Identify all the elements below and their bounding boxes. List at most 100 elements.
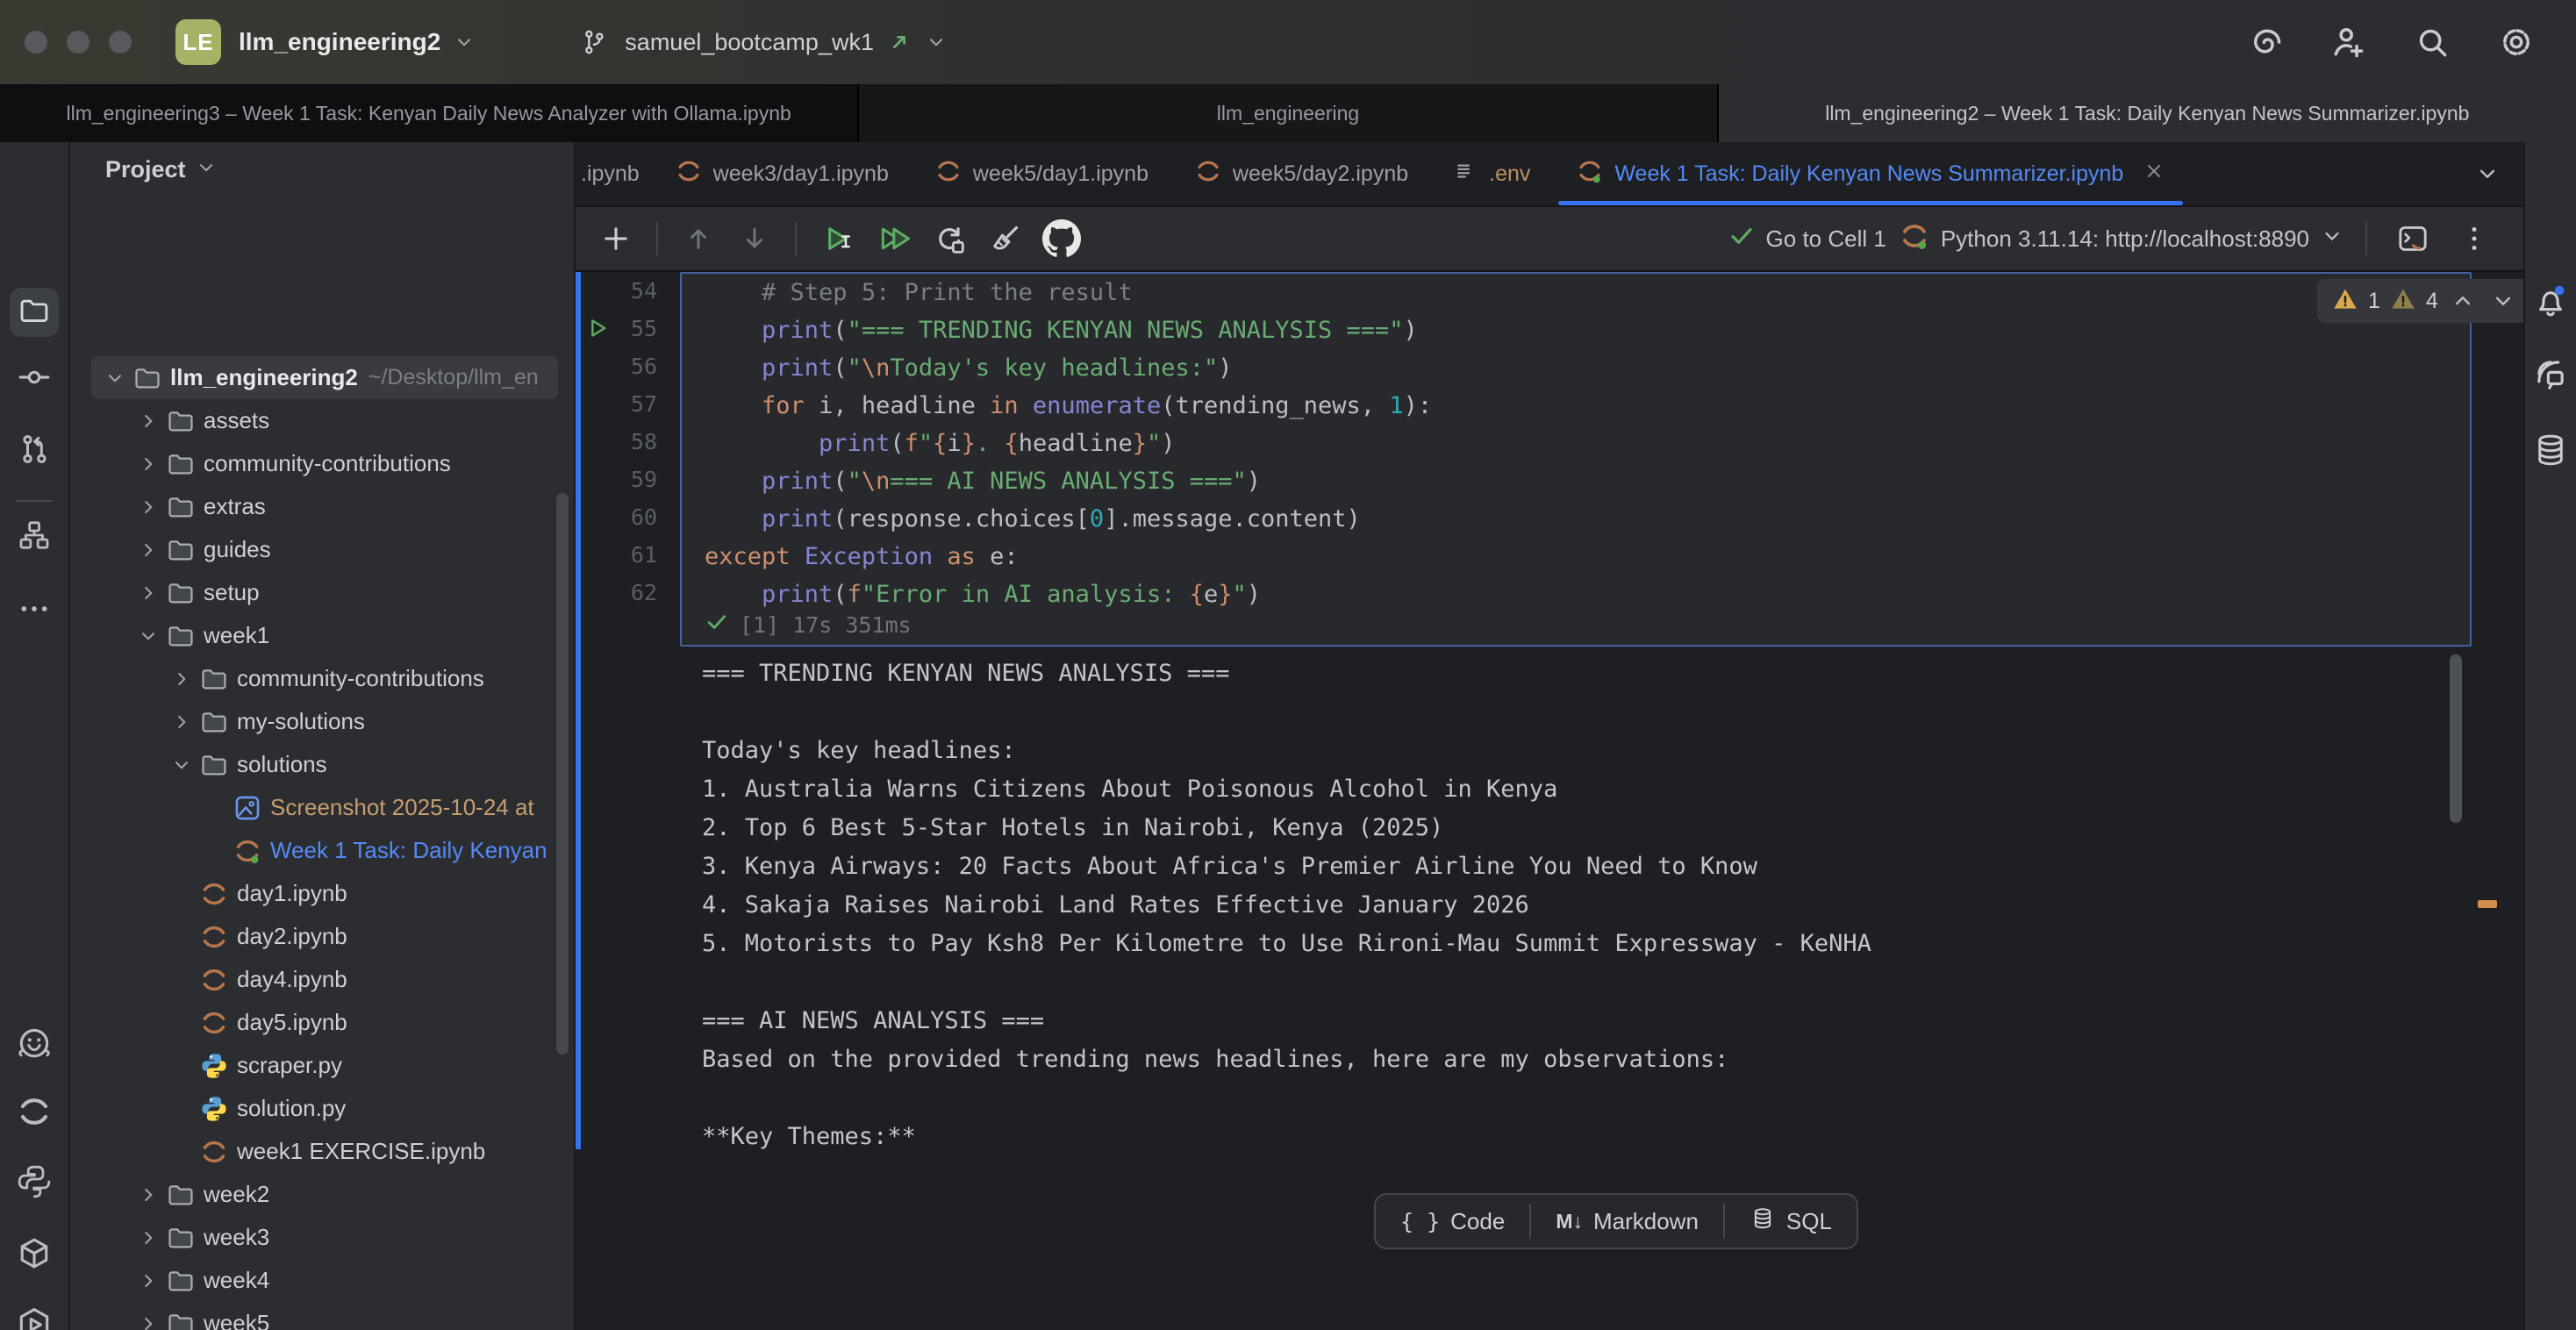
code-line[interactable]: print("\nToday's key headlines:"): [705, 349, 2470, 387]
chevron-down-icon[interactable]: [102, 367, 128, 390]
project-tool-button[interactable]: [0, 288, 68, 337]
previous-problem-chevron-up-icon[interactable]: [2447, 288, 2479, 314]
minimize-window-button[interactable]: [67, 31, 89, 54]
output-scrollbar[interactable]: [2450, 654, 2462, 823]
chevron-right-icon[interactable]: [135, 453, 161, 476]
jupyter-tool-button[interactable]: [0, 1093, 68, 1130]
search-icon[interactable]: [2413, 23, 2451, 61]
add-user-icon[interactable]: [2329, 23, 2367, 61]
branch-name[interactable]: samuel_bootcamp_wk1: [625, 29, 874, 56]
window-tab-1[interactable]: llm_engineering3 – Week 1 Task: Kenyan D…: [0, 84, 857, 142]
structure-tool-button[interactable]: [0, 518, 68, 553]
editor-tab--env[interactable]: .env: [1431, 142, 1553, 205]
kebab-menu-icon[interactable]: [2450, 216, 2499, 261]
run-cell-button[interactable]: [812, 216, 862, 261]
chevron-right-icon[interactable]: [135, 1226, 161, 1249]
tree-item-day5-ipynb[interactable]: day5.ipynb: [91, 1001, 558, 1044]
tree-item-week1-exercise-ipynb[interactable]: week1 EXERCISE.ipynb: [91, 1130, 558, 1173]
huggingface-tool-button[interactable]: [0, 1025, 68, 1063]
add-cell-button[interactable]: [591, 216, 640, 261]
tree-scrollbar[interactable]: [556, 493, 569, 1055]
move-cell-down-button[interactable]: [730, 216, 779, 261]
clear-outputs-button[interactable]: [981, 216, 1030, 261]
run-line-icon[interactable]: [584, 315, 611, 347]
tree-item-day4-ipynb[interactable]: day4.ipynb: [91, 958, 558, 1001]
window-controls[interactable]: [25, 31, 132, 54]
tree-item-scraper-py[interactable]: scraper.py: [91, 1044, 558, 1087]
branch-chevron-down-icon[interactable]: [925, 31, 948, 54]
tree-item-week4[interactable]: week4: [91, 1259, 558, 1302]
project-panel-header[interactable]: Project: [105, 156, 218, 183]
chevron-right-icon[interactable]: [135, 410, 161, 433]
jupyter-console-button[interactable]: [2388, 216, 2437, 261]
add-code-cell-button[interactable]: { } Code: [1376, 1195, 1529, 1248]
tree-item-llm-engineering2[interactable]: llm_engineering2~/Desktop/llm_en: [91, 356, 558, 399]
code-line[interactable]: print(response.choices[0].message.conten…: [705, 500, 2470, 538]
tree-item-community-contributions[interactable]: community-contributions: [91, 657, 558, 700]
chevron-down-icon[interactable]: [135, 625, 161, 647]
next-problem-chevron-down-icon[interactable]: [2487, 288, 2519, 314]
restart-kernel-button[interactable]: [925, 216, 974, 261]
python-packages-button[interactable]: [0, 1235, 68, 1274]
tree-item-day2-ipynb[interactable]: day2.ipynb: [91, 915, 558, 958]
chevron-down-icon[interactable]: [168, 754, 195, 776]
more-tools-button[interactable]: [0, 591, 68, 626]
code-line[interactable]: for i, headline in enumerate(trending_ne…: [705, 387, 2470, 425]
code-cell[interactable]: # Step 5: Print the result print("=== TR…: [680, 272, 2472, 647]
ai-assistant-tool-icon[interactable]: [2525, 356, 2576, 393]
tree-item-setup[interactable]: setup: [91, 571, 558, 614]
editor-tab--ipynb[interactable]: .ipynb: [576, 142, 652, 205]
pull-requests-tool-button[interactable]: [0, 432, 68, 467]
close-icon[interactable]: [2143, 160, 2165, 189]
ai-assistant-icon[interactable]: [2244, 23, 2283, 61]
tree-item-week2[interactable]: week2: [91, 1173, 558, 1216]
editor-tab-week5-day1-ipynb[interactable]: week5/day1.ipynb: [912, 142, 1171, 205]
notifications-bell-icon[interactable]: [2525, 282, 2576, 319]
tree-item-solutions[interactable]: solutions: [91, 743, 558, 786]
run-all-cells-button[interactable]: [869, 216, 918, 261]
push-arrow-icon[interactable]: [886, 29, 912, 55]
editor-tab-week-1-task-daily-kenyan-news-summarizer-ipynb[interactable]: Week 1 Task: Daily Kenyan News Summarize…: [1553, 142, 2188, 205]
project-name[interactable]: llm_engineering2: [239, 28, 440, 56]
database-tool-icon[interactable]: [2525, 432, 2576, 468]
chevron-right-icon[interactable]: [135, 539, 161, 561]
add-markdown-cell-button[interactable]: M↓ Markdown: [1531, 1195, 1723, 1248]
window-tab-3-active[interactable]: llm_engineering2 – Week 1 Task: Daily Ke…: [1719, 84, 2576, 142]
tree-item-assets[interactable]: assets: [91, 399, 558, 442]
move-cell-up-button[interactable]: [674, 216, 723, 261]
add-sql-cell-button[interactable]: SQL: [1725, 1195, 1857, 1248]
chevron-right-icon[interactable]: [168, 668, 195, 690]
commit-tool-button[interactable]: [0, 360, 68, 395]
project-chevron-down-icon[interactable]: [453, 31, 476, 54]
tree-item-solution-py[interactable]: solution.py: [91, 1087, 558, 1130]
chevron-right-icon[interactable]: [135, 1312, 161, 1330]
kernel-selector[interactable]: Python 3.11.14: http://localhost:8890: [1899, 220, 2344, 258]
chevron-right-icon[interactable]: [135, 1269, 161, 1292]
settings-gear-icon[interactable]: [2497, 23, 2536, 61]
tree-item-my-solutions[interactable]: my-solutions: [91, 700, 558, 743]
code-line[interactable]: print(f"Error in AI analysis: {e}"): [705, 576, 2470, 613]
zoom-window-button[interactable]: [109, 31, 132, 54]
window-tab-2[interactable]: llm_engineering: [859, 84, 1716, 142]
close-window-button[interactable]: [25, 31, 47, 54]
tree-item-extras[interactable]: extras: [91, 485, 558, 528]
tree-item-week5[interactable]: week5: [91, 1302, 558, 1330]
code-line[interactable]: print(f"{i}. {headline}"): [705, 425, 2470, 462]
code-editor[interactable]: # Step 5: Print the result print("=== TR…: [682, 274, 2470, 613]
code-line[interactable]: print("\n=== AI NEWS ANALYSIS ==="): [705, 462, 2470, 500]
python-console-button[interactable]: [0, 1163, 68, 1200]
chevron-right-icon[interactable]: [135, 582, 161, 604]
tree-item-day1-ipynb[interactable]: day1.ipynb: [91, 872, 558, 915]
chevron-right-icon[interactable]: [168, 711, 195, 733]
chevron-right-icon[interactable]: [135, 1183, 161, 1206]
inspections-widget[interactable]: 1 4: [2317, 279, 2523, 323]
tree-item-week3[interactable]: week3: [91, 1216, 558, 1259]
tree-item-week-1-task-daily-kenyan[interactable]: Week 1 Task: Daily Kenyan: [91, 829, 558, 872]
code-line[interactable]: # Step 5: Print the result: [705, 274, 2470, 311]
editor-tab-week5-day2-ipynb[interactable]: week5/day2.ipynb: [1171, 142, 1431, 205]
tree-item-week1[interactable]: week1: [91, 614, 558, 657]
panel-chevron-down-icon[interactable]: [195, 156, 218, 183]
github-icon[interactable]: [1037, 216, 1086, 261]
tree-item-guides[interactable]: guides: [91, 528, 558, 571]
error-stripe-mark[interactable]: [2478, 900, 2497, 908]
